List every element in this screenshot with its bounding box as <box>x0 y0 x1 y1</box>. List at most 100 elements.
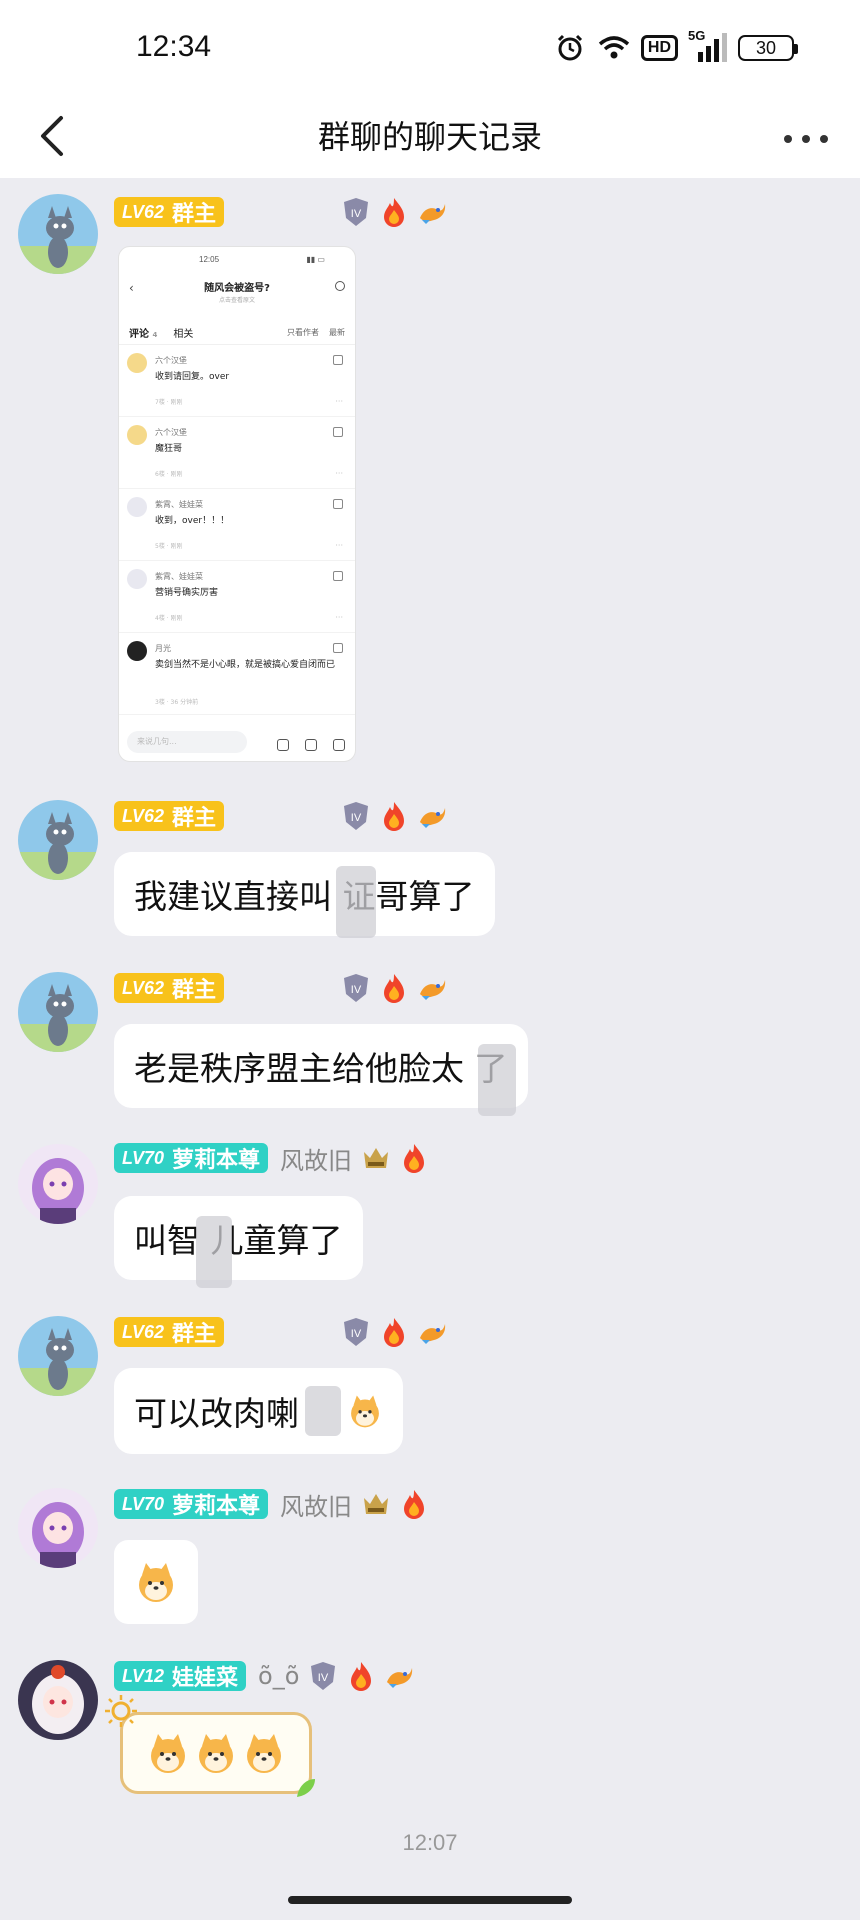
level-text: LV12 <box>122 1665 165 1686</box>
avatar-tom[interactable] <box>18 972 98 1052</box>
fire-medal-icon <box>378 196 410 228</box>
star-icon <box>305 739 317 751</box>
comment-meta: 3楼 · 36 分钟前 <box>155 699 199 706</box>
battery-icon: 30 <box>738 35 798 61</box>
screenshot-tabs: 评论 4 相关 只看作者 最新 <box>119 321 355 345</box>
avatar-white-hair[interactable] <box>18 1660 98 1740</box>
screenshot-actions <box>277 739 345 751</box>
thumbs-up-icon <box>333 739 345 751</box>
screenshot-share-icon <box>335 281 345 291</box>
avatar-girl[interactable] <box>18 1144 98 1224</box>
status-icons: HD 5G 30 <box>553 28 798 64</box>
member-title: 萝莉本尊 <box>172 1148 261 1173</box>
avatar-girl[interactable] <box>18 1488 98 1568</box>
sender-row: LV62 群主 IV <box>114 196 448 228</box>
svg-text:IV: IV <box>351 984 362 996</box>
level-text: LV62 <box>122 805 165 826</box>
comment-avatar <box>127 425 147 445</box>
shiba-sticker-icon <box>199 1734 233 1773</box>
screenshot-comment: 紫霄、娃娃菜 收到，over！！！ 5楼 · 刚刚 ··· <box>119 489 355 561</box>
level-badge: LV12 娃娃菜 <box>114 1661 247 1691</box>
sticker-message[interactable] <box>114 1540 198 1624</box>
chat-timestamp: 12:07 <box>402 1830 458 1855</box>
screenshot-comment: 月光 卖剑当然不是小心眼，就是被搞心爱自闭而已 3楼 · 36 分钟前 <box>119 633 355 715</box>
comment-avatar <box>127 641 147 661</box>
comment-text: 营销号确实厉害 <box>155 588 219 598</box>
member-title: 群主 <box>172 1322 217 1347</box>
signal-5g-icon: 5G <box>688 28 728 64</box>
comment-text: 卖剑当然不是小心眼，就是被搞心爱自闭而已 <box>155 660 336 670</box>
alarm-icon <box>553 32 587 64</box>
thumbs-up-icon <box>333 571 343 581</box>
more-icon: ··· <box>335 613 343 622</box>
svg-text:IV: IV <box>318 1672 329 1684</box>
sticker-row-message[interactable] <box>105 1695 315 1797</box>
comment-author: 紫霄、娃娃菜 <box>155 572 203 581</box>
avatar-tom[interactable] <box>18 800 98 880</box>
member-title: 群主 <box>172 202 217 227</box>
shiba-sticker-icon <box>139 1563 173 1602</box>
redaction-mask <box>478 1044 516 1116</box>
network-label: 5G <box>688 28 706 43</box>
sender-row: LV70 萝莉本尊 风故旧 <box>114 1488 430 1521</box>
dragon-medal-icon <box>416 800 448 832</box>
avatar-tom[interactable] <box>18 1316 98 1396</box>
member-title: 萝莉本尊 <box>172 1494 261 1519</box>
screenshot-post-title: 随风会被盗号? <box>204 283 270 294</box>
dragon-medal-icon <box>416 1316 448 1348</box>
thumbs-up-icon <box>333 499 343 509</box>
shiba-sticker-icon <box>247 1734 281 1773</box>
fire-medal-icon <box>378 800 410 832</box>
comment-meta: 6楼 · 刚刚 <box>155 471 183 478</box>
screenshot-tab-related: 相关 <box>173 329 194 340</box>
sender-row: LV12 娃娃菜 õ_õ IV <box>114 1660 415 1692</box>
crown-medal-icon <box>360 1488 392 1520</box>
redaction-mask <box>336 866 376 938</box>
message-text: 可以改肉喇 <box>134 1394 299 1433</box>
level-text: LV62 <box>122 201 165 222</box>
message-bubble[interactable]: 叫智 儿童算了 <box>114 1196 363 1280</box>
screenshot-post-subtitle: 点击查看原文 <box>218 297 255 304</box>
avatar-tom[interactable] <box>18 194 98 274</box>
message-bubble[interactable]: 我建议直接叫 证哥算了 <box>114 852 495 936</box>
shield-medal-icon: IV <box>340 800 372 832</box>
home-indicator[interactable] <box>288 1896 572 1904</box>
message-bubble[interactable]: 老是秩序盟主给他脸太 了 <box>114 1024 528 1108</box>
medal-list: IV <box>340 196 448 228</box>
comment-text: 收到请回复。over <box>155 372 230 382</box>
level-text: LV70 <box>122 1493 165 1514</box>
redaction-mask <box>305 1386 341 1436</box>
member-title: 群主 <box>172 806 217 831</box>
more-icon: ··· <box>335 541 343 550</box>
screenshot-filters: 只看作者 最新 <box>287 327 345 338</box>
medal-list: IV <box>340 800 448 832</box>
sender-row: LV62 群主 IV <box>114 1316 448 1348</box>
page-title: 群聊的聊天记录 <box>317 118 542 156</box>
fire-medal-icon <box>398 1142 430 1174</box>
sender-row: LV70 萝莉本尊 风故旧 <box>114 1142 430 1175</box>
thumbs-up-icon <box>333 427 343 437</box>
level-badge: LV70 萝莉本尊 <box>114 1489 269 1519</box>
shield-medal-icon: IV <box>307 1660 339 1692</box>
fire-medal-icon <box>345 1660 377 1692</box>
thumbs-up-icon <box>333 355 343 365</box>
message-bubble[interactable]: 可以改肉喇 <box>114 1368 403 1454</box>
shiba-sticker-icon <box>151 1734 185 1773</box>
more-dot-icon <box>820 135 828 143</box>
screenshot-header: ‹ 随风会被盗号? 点击查看原文 <box>119 271 355 321</box>
medal-list: IV <box>307 1660 415 1692</box>
level-text: LV62 <box>122 977 165 998</box>
svg-text:IV: IV <box>351 812 362 824</box>
level-text: LV62 <box>122 1321 165 1342</box>
image-message[interactable]: 12:05 ▮▮ ▭ ‹ 随风会被盗号? 点击查看原文 评论 4 相关 只看作者 最… <box>118 246 356 762</box>
shiba-emoji-icon <box>351 1395 379 1428</box>
comment-meta: 5楼 · 刚刚 <box>155 543 183 550</box>
more-options-button[interactable] <box>778 114 834 164</box>
comment-meta: 7楼 · 刚刚 <box>155 399 183 406</box>
more-dot-icon <box>802 135 810 143</box>
thumbs-up-icon <box>333 643 343 653</box>
screenshot-status-bar: 12:05 ▮▮ ▭ <box>119 247 355 271</box>
wifi-icon <box>597 32 631 64</box>
comment-author: 六个汉堡 <box>155 428 187 437</box>
comment-avatar <box>127 569 147 589</box>
